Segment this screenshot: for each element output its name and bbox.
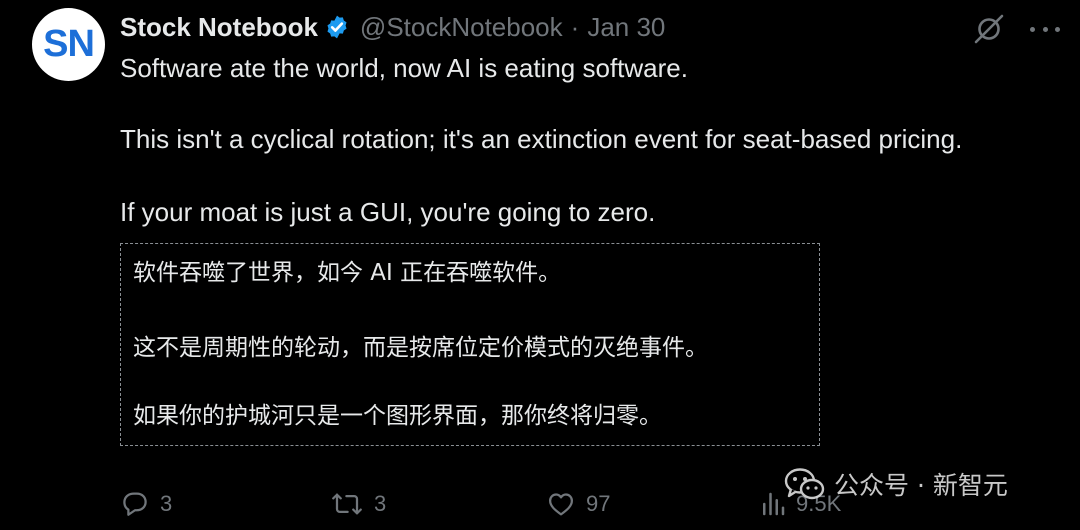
repost-count: 3 — [374, 491, 387, 516]
like-count: 97 — [586, 491, 611, 516]
more-icon[interactable] — [1030, 14, 1060, 44]
grok-icon[interactable] — [972, 12, 1006, 46]
verified-badge-icon — [327, 15, 347, 39]
more-dot — [1030, 26, 1035, 32]
like-icon — [549, 493, 573, 516]
tweet-text-line: This isn't a cyclical rotation; it's an … — [120, 124, 963, 154]
avatar-initials: SN — [43, 23, 95, 65]
translation-box: 软件吞噬了世界，如今 AI 正在吞噬软件。 这不是周期性的轮动，而是按席位定价模… — [120, 243, 820, 446]
views-icon — [763, 492, 785, 516]
author-display-name[interactable]: Stock Notebook — [120, 12, 318, 43]
translation-line: 软件吞噬了世界，如今 AI 正在吞噬软件。 — [133, 260, 562, 286]
translation-line: 如果你的护城河只是一个图形界面，那你终将归零。 — [133, 403, 662, 429]
more-dot — [1055, 26, 1060, 32]
like-button[interactable]: 97 — [546, 487, 610, 521]
watermark: 公众号 · 新智元 — [784, 466, 1008, 502]
watermark-text: 公众号 · 新智元 — [834, 471, 1008, 500]
translation-line: 这不是周期性的轮动，而是按席位定价模式的灭绝事件。 — [133, 335, 708, 361]
wechat-icon — [784, 468, 825, 500]
more-dot — [1042, 26, 1048, 32]
tweet-date[interactable]: Jan 30 — [587, 12, 665, 43]
tweet: SN Stock Notebook @StockNotebook · Jan 3… — [0, 0, 1080, 530]
tweet-header: Stock Notebook @StockNotebook · Jan 30 — [120, 10, 665, 44]
reply-icon — [123, 492, 147, 516]
reply-count: 3 — [160, 491, 173, 516]
tweet-text-line: If your moat is just a GUI, you're going… — [120, 197, 656, 227]
avatar[interactable]: SN — [32, 8, 105, 81]
repost-icon — [332, 493, 362, 515]
reply-button[interactable]: 3 — [120, 487, 172, 521]
author-handle[interactable]: @StockNotebook — [360, 12, 563, 43]
repost-button[interactable]: 3 — [330, 487, 386, 521]
header-separator: · — [570, 11, 580, 42]
tweet-text-line: Software ate the world, now AI is eating… — [120, 53, 688, 83]
